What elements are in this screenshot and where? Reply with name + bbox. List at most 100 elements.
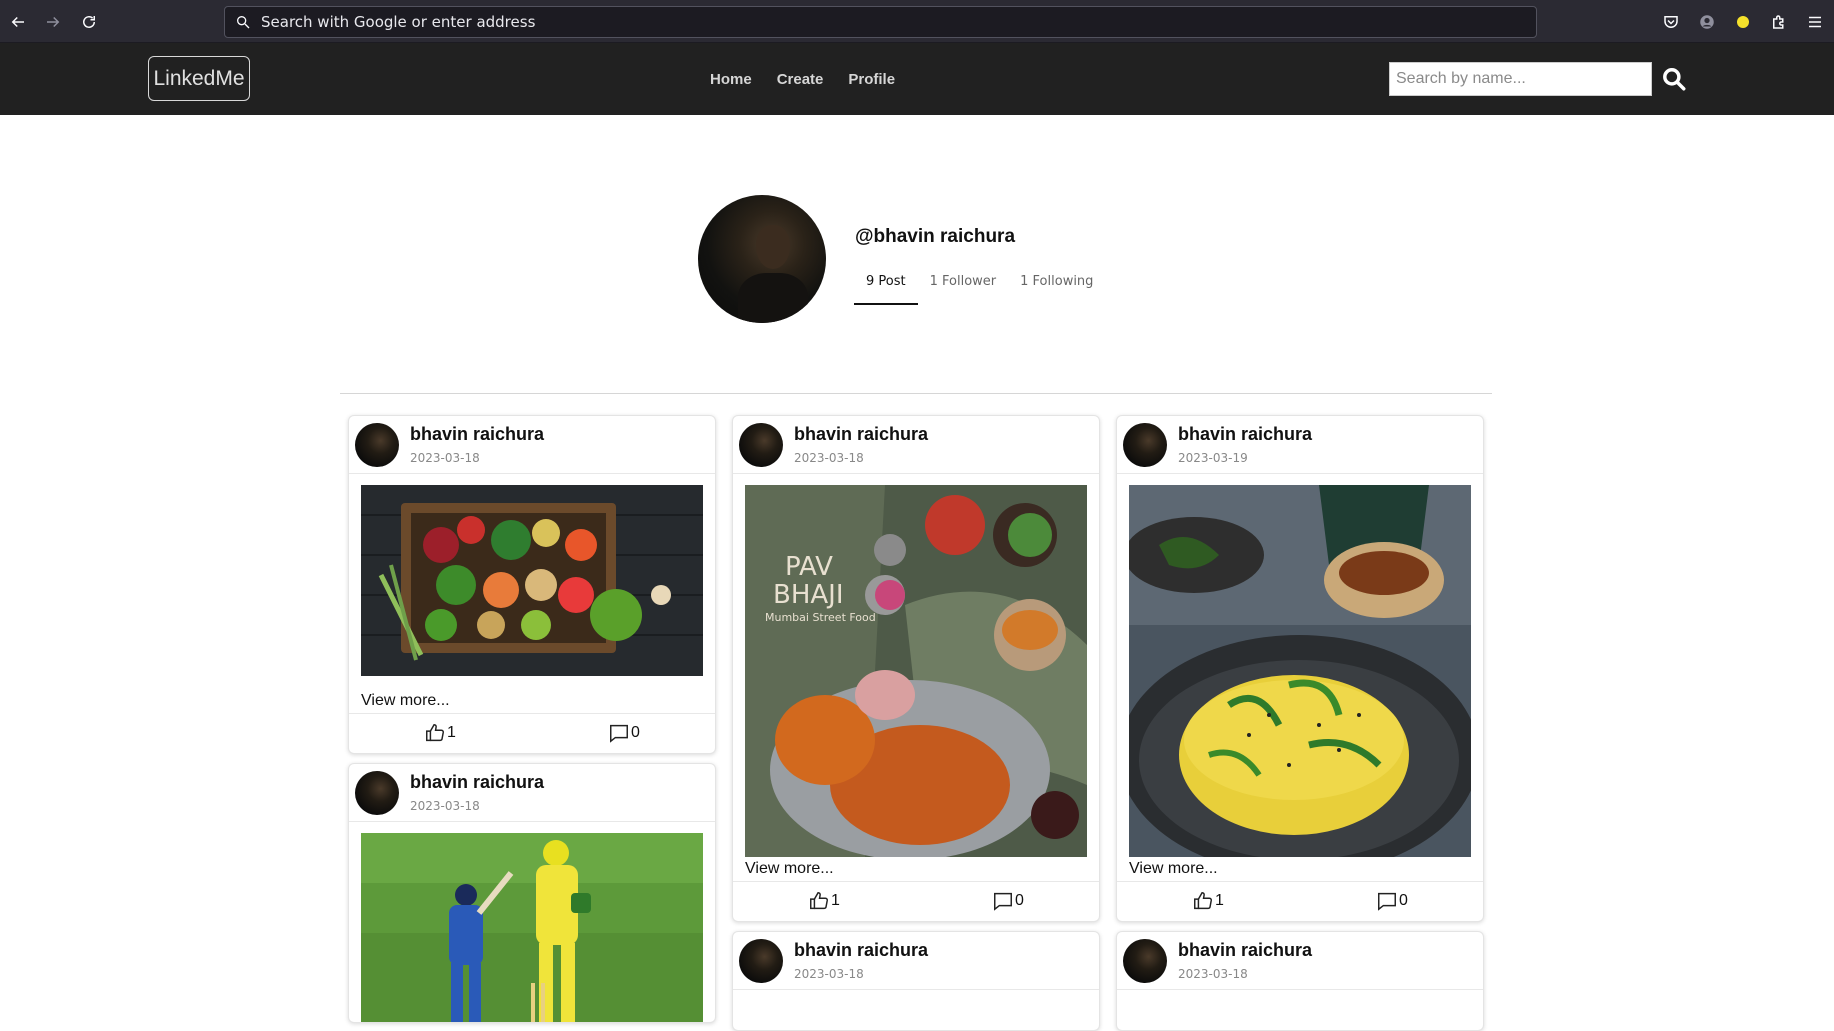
yellow-extension-icon xyxy=(1737,16,1749,28)
like-count: 1 xyxy=(447,724,456,741)
profile-divider xyxy=(340,393,1492,394)
post-header: bhavin raichura 2023-03-18 xyxy=(733,416,1099,474)
comment-button[interactable]: 0 xyxy=(1376,890,1408,912)
address-input[interactable] xyxy=(261,13,1461,31)
post-author[interactable]: bhavin raichura xyxy=(410,772,544,793)
cricket-photo xyxy=(361,833,703,1022)
comment-button[interactable]: 0 xyxy=(608,722,640,744)
post-card: bhavin raichura 2023-03-18 xyxy=(1116,931,1484,1031)
puzzle-icon xyxy=(1773,15,1784,29)
post-header: bhavin raichura 2023-03-18 xyxy=(349,764,715,822)
post-image[interactable] xyxy=(1129,485,1471,857)
tab-following[interactable]: 1 Following xyxy=(1008,270,1105,305)
post-actions: 1 0 xyxy=(349,713,715,753)
extension-badge-button[interactable] xyxy=(1732,11,1754,33)
post-author[interactable]: bhavin raichura xyxy=(794,940,928,961)
avatar[interactable] xyxy=(1123,939,1167,983)
address-bar[interactable] xyxy=(224,6,1537,38)
user-search xyxy=(1389,62,1688,96)
nav-links: Home Create Profile xyxy=(710,43,920,115)
search-icon xyxy=(237,15,250,29)
pav-bhaji-photo: PAV BHAJI Mumbai Street Food xyxy=(745,485,1087,857)
post-date: 2023-03-18 xyxy=(1178,967,1248,981)
back-button[interactable] xyxy=(5,9,31,35)
post-image[interactable]: PAV BHAJI Mumbai Street Food xyxy=(745,485,1087,857)
thumbs-up-icon xyxy=(426,724,444,742)
avatar[interactable] xyxy=(355,771,399,815)
brand-logo[interactable]: LinkedMe xyxy=(148,56,250,101)
comment-count: 0 xyxy=(631,724,640,741)
thumbs-up-icon xyxy=(1194,892,1212,910)
comment-count: 0 xyxy=(1399,892,1408,909)
pocket-icon xyxy=(1664,16,1678,28)
app-navbar: LinkedMe Home Create Profile xyxy=(0,43,1834,115)
comment-icon xyxy=(994,892,1012,911)
forward-arrow-icon xyxy=(47,16,60,28)
view-more-link[interactable]: View more... xyxy=(745,860,834,878)
post-date: 2023-03-18 xyxy=(410,451,480,465)
like-count: 1 xyxy=(1215,892,1224,909)
image-text-bhaji: BHAJI xyxy=(773,580,844,610)
menu-button[interactable] xyxy=(1804,11,1826,33)
avatar[interactable] xyxy=(739,423,783,467)
post-author[interactable]: bhavin raichura xyxy=(1178,940,1312,961)
dhokla-photo xyxy=(1129,485,1471,857)
post-header: bhavin raichura 2023-03-19 xyxy=(1117,416,1483,474)
post-image[interactable] xyxy=(361,485,703,676)
avatar[interactable] xyxy=(1123,423,1167,467)
nav-home-link[interactable]: Home xyxy=(710,71,752,88)
extensions-button[interactable] xyxy=(1768,11,1790,33)
browser-toolbar xyxy=(0,0,1834,43)
post-image[interactable] xyxy=(361,833,703,1022)
like-button[interactable]: 1 xyxy=(424,722,456,744)
tab-followers[interactable]: 1 Follower xyxy=(918,270,1009,305)
comment-icon xyxy=(610,724,628,743)
post-header: bhavin raichura 2023-03-18 xyxy=(349,416,715,474)
post-card: bhavin raichura 2023-03-18 xyxy=(348,763,716,1023)
view-more-link[interactable]: View more... xyxy=(1129,860,1218,878)
tab-posts[interactable]: 9 Post xyxy=(854,270,918,305)
profile-stats-tabs: 9 Post 1 Follower 1 Following xyxy=(854,270,1105,305)
comment-icon xyxy=(1378,892,1396,911)
hamburger-menu-icon xyxy=(1809,16,1821,28)
post-author[interactable]: bhavin raichura xyxy=(1178,424,1312,445)
post-header: bhavin raichura 2023-03-18 xyxy=(733,932,1099,990)
profile-avatar xyxy=(698,195,826,323)
pocket-button[interactable] xyxy=(1660,11,1682,33)
post-card: bhavin raichura 2023-03-18 xyxy=(732,931,1100,1031)
post-card: bhavin raichura 2023-03-18 View more... … xyxy=(348,415,716,754)
account-button[interactable] xyxy=(1696,11,1718,33)
like-button[interactable]: 1 xyxy=(1192,890,1224,912)
post-date: 2023-03-18 xyxy=(410,799,480,813)
search-icon xyxy=(1663,68,1686,91)
nav-create-link[interactable]: Create xyxy=(777,71,824,88)
search-button[interactable] xyxy=(1660,65,1688,93)
like-count: 1 xyxy=(831,892,840,909)
like-button[interactable]: 1 xyxy=(808,890,840,912)
nav-profile-link[interactable]: Profile xyxy=(848,71,895,88)
avatar[interactable] xyxy=(739,939,783,983)
account-icon xyxy=(1700,15,1714,29)
search-by-name-input[interactable] xyxy=(1389,62,1652,96)
post-actions: 1 0 xyxy=(733,881,1099,921)
vegetable-crate-photo xyxy=(361,485,703,676)
post-card: bhavin raichura 2023-03-19 View more... xyxy=(1116,415,1484,922)
image-text-subtitle: Mumbai Street Food xyxy=(765,611,876,624)
post-header: bhavin raichura 2023-03-18 xyxy=(1117,932,1483,990)
thumbs-up-icon xyxy=(810,892,828,910)
forward-button[interactable] xyxy=(40,9,66,35)
comment-count: 0 xyxy=(1015,892,1024,909)
profile-username: @bhavin raichura xyxy=(855,226,1016,247)
image-text-pav: PAV xyxy=(785,552,833,582)
comment-button[interactable]: 0 xyxy=(992,890,1024,912)
reload-button[interactable] xyxy=(76,9,102,35)
post-date: 2023-03-19 xyxy=(1178,451,1248,465)
post-card: bhavin raichura 2023-03-18 PAV BHAJI Mum… xyxy=(732,415,1100,922)
view-more-link[interactable]: View more... xyxy=(361,692,450,710)
reload-icon xyxy=(83,16,95,28)
back-arrow-icon xyxy=(11,16,24,28)
avatar[interactable] xyxy=(355,423,399,467)
post-author[interactable]: bhavin raichura xyxy=(410,424,544,445)
post-date: 2023-03-18 xyxy=(794,451,864,465)
post-author[interactable]: bhavin raichura xyxy=(794,424,928,445)
